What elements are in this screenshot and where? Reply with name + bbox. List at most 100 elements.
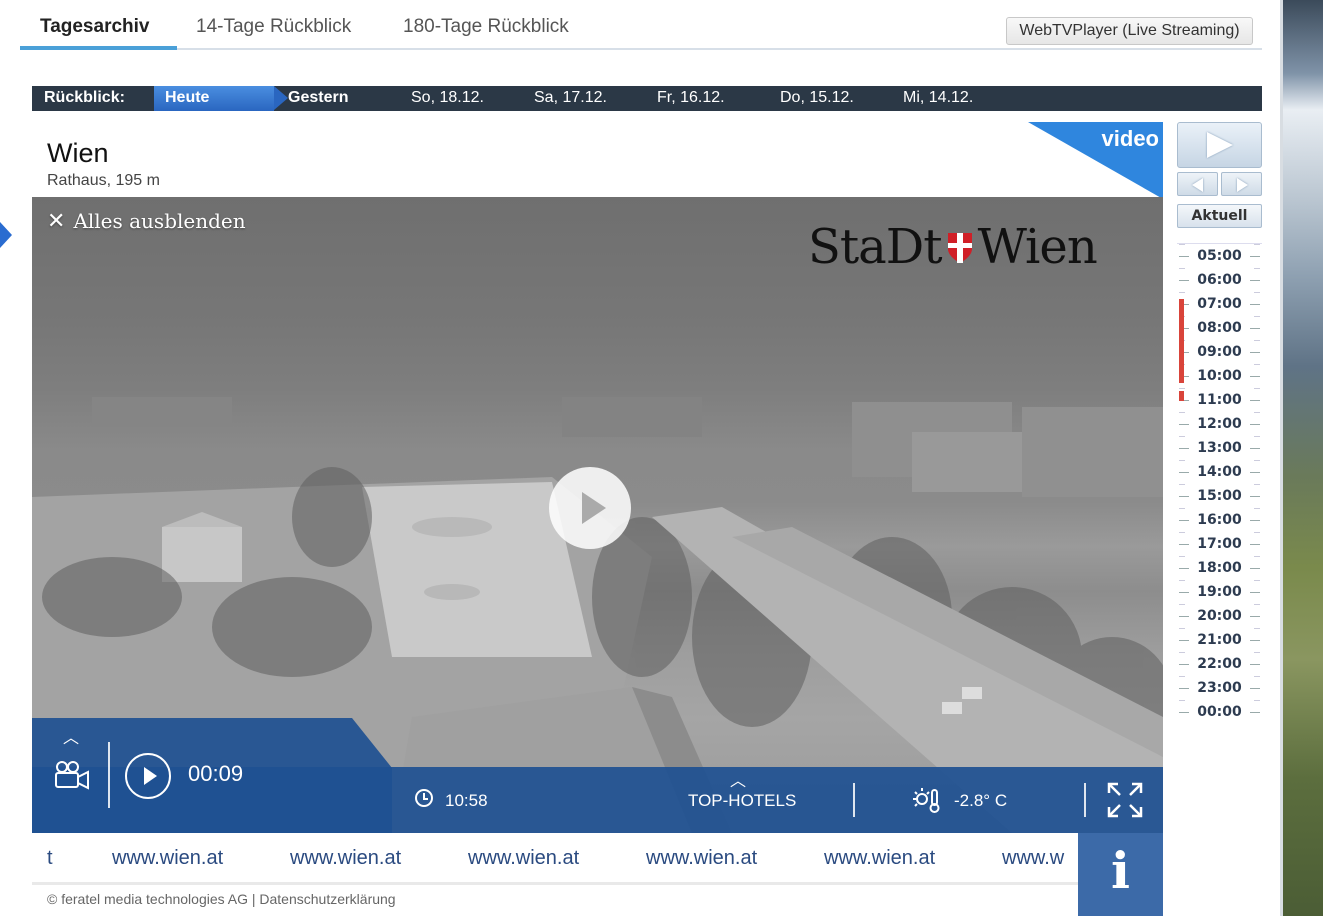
day-yesterday-button[interactable]: Gestern	[288, 89, 348, 107]
step-forward-icon[interactable]	[1221, 172, 1262, 196]
clock-icon	[415, 789, 433, 807]
day-today-label: Heute	[165, 89, 210, 106]
timeline-tick	[1254, 532, 1260, 533]
timeline-tick	[1254, 268, 1260, 269]
timeline-tick	[1254, 676, 1260, 677]
day-today-button[interactable]: Heute	[154, 86, 288, 111]
chevron-up-icon[interactable]: ︿	[730, 767, 746, 791]
ticker-item[interactable]: www.wien.at	[468, 847, 579, 870]
close-icon: ✕	[47, 209, 66, 234]
timeline-play-button[interactable]	[1177, 122, 1262, 168]
timeline-hour-label: 12:00	[1197, 416, 1242, 432]
hide-all-label: Alles ausblenden	[73, 209, 246, 233]
info-button[interactable]: i	[1078, 833, 1163, 916]
tab-tagesarchiv[interactable]: Tagesarchiv	[40, 16, 149, 38]
webcam-image[interactable]: ✕ Alles ausblenden StaDt Wien ︿ 00:09 10:…	[32, 197, 1163, 833]
timeline-hour-item[interactable]: 10:00	[1177, 364, 1262, 388]
timeline-hour-label: 22:00	[1197, 656, 1242, 672]
news-ticker[interactable]: t www.wien.at www.wien.at www.wien.at ww…	[32, 833, 1078, 885]
live-streaming-button[interactable]: WebTVPlayer (Live Streaming)	[1006, 17, 1253, 45]
timeline-tick	[1254, 412, 1260, 413]
timeline-hour-item[interactable]: 07:00	[1177, 292, 1262, 316]
timeline-tick	[1254, 244, 1260, 245]
vienna-shield-icon	[947, 233, 972, 263]
timeline-hour-label: 23:00	[1197, 680, 1242, 696]
temperature: -2.8° C	[954, 791, 1008, 810]
timeline-hour-label: 08:00	[1197, 320, 1242, 336]
timeline-hour-item[interactable]: 21:00	[1177, 628, 1262, 652]
timeline-hour-label: 10:00	[1197, 368, 1242, 384]
step-back-icon[interactable]	[1177, 172, 1218, 196]
timeline-tick	[1179, 412, 1185, 413]
timeline-tick	[1179, 628, 1185, 629]
timeline-hour-item[interactable]: 11:00	[1177, 388, 1262, 412]
timeline-tick	[1254, 508, 1260, 509]
timeline-hour-item[interactable]: 19:00	[1177, 580, 1262, 604]
timeline-hour-item[interactable]: 18:00	[1177, 556, 1262, 580]
timeline-hour-item[interactable]: 06:00	[1177, 268, 1262, 292]
timeline-tick	[1179, 532, 1185, 533]
controls-divider	[853, 783, 855, 817]
timeline-hour-item[interactable]: 05:00	[1177, 244, 1262, 268]
ticker-item[interactable]: t	[47, 847, 53, 870]
timeline-tick	[1179, 460, 1185, 461]
timeline-hour-item[interactable]: 22:00	[1177, 652, 1262, 676]
availability-bar	[1179, 391, 1184, 401]
timeline-hour-item[interactable]: 15:00	[1177, 484, 1262, 508]
timeline-tick	[1179, 508, 1185, 509]
timeline-tick	[1179, 292, 1185, 293]
day-button[interactable]: Fr, 16.12.	[657, 89, 725, 107]
timeline-tick	[1179, 436, 1185, 437]
timeline-hour-item[interactable]: 08:00	[1177, 316, 1262, 340]
ticker-item[interactable]: www.wien.at	[112, 847, 223, 870]
timeline-tick	[1179, 388, 1185, 389]
logo-text-left: StaDt	[808, 219, 943, 275]
top-hotels-button[interactable]: TOP-HOTELS	[688, 791, 796, 811]
webcam-archive-page: Tagesarchiv 14-Tage Rückblick 180-Tage R…	[0, 0, 1323, 916]
play-button[interactable]	[125, 753, 171, 799]
active-tab-indicator	[20, 46, 177, 50]
day-button[interactable]: So, 18.12.	[411, 89, 484, 107]
timeline-tick	[1254, 484, 1260, 485]
day-button[interactable]: Sa, 17.12.	[534, 89, 607, 107]
elapsed-time: 00:09	[188, 761, 244, 786]
hour-timeline: 05:00 06:00 07:00 08:00 09:00 10:00 11:00 12:00…	[1177, 243, 1262, 723]
timeline-tick	[1254, 652, 1260, 653]
tab-180-tage[interactable]: 180-Tage Rückblick	[403, 16, 569, 38]
timeline-hour-item[interactable]: 00:00	[1177, 700, 1262, 724]
camera-icon[interactable]	[54, 760, 90, 790]
day-button[interactable]: Do, 15.12.	[780, 89, 854, 107]
ticker-item[interactable]: www.wien.at	[646, 847, 757, 870]
timeline-tick	[1254, 556, 1260, 557]
ticker-item[interactable]: www.wien.at	[824, 847, 935, 870]
timeline-tick	[1254, 388, 1260, 389]
timeline-hour-item[interactable]: 23:00	[1177, 676, 1262, 700]
aktuell-button[interactable]: Aktuell	[1177, 204, 1262, 228]
day-button[interactable]: Mi, 14.12.	[903, 89, 973, 107]
timeline-hour-label: 13:00	[1197, 440, 1242, 456]
timeline-tick	[1254, 292, 1260, 293]
timeline-hour-item[interactable]: 16:00	[1177, 508, 1262, 532]
center-play-button[interactable]	[549, 467, 631, 549]
previous-camera-arrow-icon[interactable]	[0, 222, 12, 248]
hide-all-button[interactable]: ✕ Alles ausblenden	[47, 209, 246, 234]
timeline-tick	[1179, 556, 1185, 557]
fullscreen-icon[interactable]	[1106, 781, 1144, 819]
timeline-hour-label: 20:00	[1197, 608, 1242, 624]
timeline-hour-item[interactable]: 13:00	[1177, 436, 1262, 460]
timeline-hour-label: 06:00	[1197, 272, 1242, 288]
ticker-item[interactable]: www.wien.at	[290, 847, 401, 870]
controls-divider	[108, 742, 110, 808]
ticker-item[interactable]: www.w	[1002, 847, 1064, 870]
chevron-up-icon[interactable]: ︿	[63, 724, 79, 748]
timeline-hour-item[interactable]: 12:00	[1177, 412, 1262, 436]
timeline-hour-label: 07:00	[1197, 296, 1242, 312]
timeline-hour-item[interactable]: 17:00	[1177, 532, 1262, 556]
video-badge: video	[1028, 122, 1163, 199]
timeline-hour-item[interactable]: 20:00	[1177, 604, 1262, 628]
archive-tabs: Tagesarchiv 14-Tage Rückblick 180-Tage R…	[20, 0, 1262, 50]
location-subtitle: Rathaus, 195 m	[47, 172, 160, 189]
tab-14-tage[interactable]: 14-Tage Rückblick	[196, 16, 351, 38]
timeline-hour-item[interactable]: 14:00	[1177, 460, 1262, 484]
timeline-hour-item[interactable]: 09:00	[1177, 340, 1262, 364]
